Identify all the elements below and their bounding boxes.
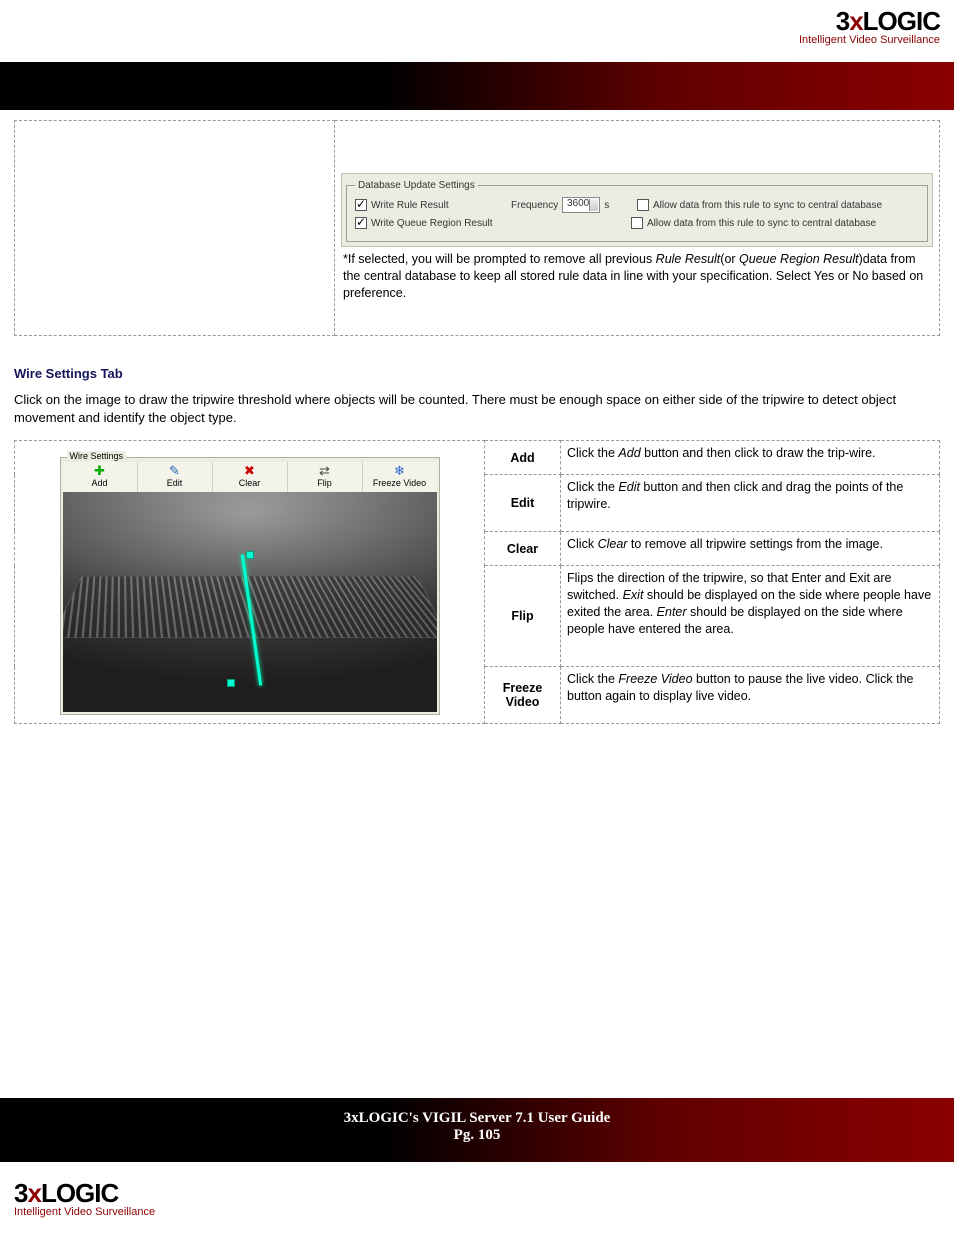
footer-logo-x: x bbox=[27, 1178, 40, 1208]
x-icon: ✖ bbox=[213, 464, 287, 477]
section-heading: Wire Settings Tab bbox=[14, 366, 940, 381]
header-band bbox=[0, 62, 954, 110]
section-body: Click on the image to draw the tripwire … bbox=[14, 391, 940, 426]
flip-i1: Exit bbox=[623, 588, 644, 602]
row-edit-desc: Click the Edit button and then click and… bbox=[561, 475, 940, 532]
db-settings-table: Database Update Settings Write Rule Resu… bbox=[14, 120, 940, 336]
checkbox-write-rule[interactable] bbox=[355, 199, 367, 211]
video-preview[interactable] bbox=[63, 492, 437, 712]
add-d2: button and then click to draw the trip-w… bbox=[641, 446, 876, 460]
tripwire-handle-top[interactable] bbox=[246, 551, 254, 559]
toolbar-flip-label: Flip bbox=[317, 478, 332, 488]
brand-tagline: Intelligent Video Surveillance bbox=[799, 34, 940, 46]
flip-i2: Enter bbox=[657, 605, 687, 619]
footer-logo-prefix: 3 bbox=[14, 1178, 27, 1208]
row-flip-desc: Flips the direction of the tripwire, so … bbox=[561, 566, 940, 667]
edit-i1: Edit bbox=[618, 480, 640, 494]
checkbox-write-queue[interactable] bbox=[355, 217, 367, 229]
label-frequency-unit: s bbox=[604, 200, 609, 211]
row-freeze-desc: Click the Freeze Video button to pause t… bbox=[561, 667, 940, 724]
label-frequency: Frequency bbox=[511, 200, 558, 211]
row-clear-desc: Click Clear to remove all tripwire setti… bbox=[561, 531, 940, 565]
note-p1: If selected, you will be prompted to rem… bbox=[348, 252, 656, 266]
footer-logo-block: 3xLOGIC Intelligent Video Surveillance bbox=[14, 1180, 155, 1218]
wire-screenshot-cell: Wire Settings ✚Add ✎Edit ✖Clear ⇄Flip ❄F… bbox=[15, 441, 485, 724]
freeze-i1: Freeze Video bbox=[618, 672, 692, 686]
logo-x: x bbox=[849, 6, 862, 36]
logo-prefix: 3 bbox=[836, 6, 849, 36]
db-settings-legend: Database Update Settings bbox=[355, 180, 478, 191]
toolbar-freeze-button[interactable]: ❄Freeze Video bbox=[363, 462, 437, 492]
brand-logo: 3xLOGIC bbox=[799, 8, 940, 34]
db-footnote: *If selected, you will be prompted to re… bbox=[341, 247, 933, 306]
footer-brand-tagline: Intelligent Video Surveillance bbox=[14, 1206, 155, 1218]
row-freeze-label: Freeze Video bbox=[485, 667, 561, 724]
toolbar-edit-label: Edit bbox=[167, 478, 183, 488]
freeze-d1: Click the bbox=[567, 672, 618, 686]
db-settings-fieldset: Database Update Settings Write Rule Resu… bbox=[346, 180, 928, 242]
footer-title: 3xLOGIC's VIGIL Server 7.1 User Guide bbox=[0, 1110, 954, 1127]
edit-d1: Click the bbox=[567, 480, 618, 494]
footer-brand-logo: 3xLOGIC bbox=[14, 1180, 155, 1206]
toolbar-add-label: Add bbox=[91, 478, 107, 488]
footer-page: Pg. 105 bbox=[0, 1127, 954, 1144]
plus-icon: ✚ bbox=[63, 464, 137, 477]
row-add-label: Add bbox=[485, 441, 561, 475]
flip-icon: ⇄ bbox=[288, 464, 362, 477]
wire-settings-screenshot: Wire Settings ✚Add ✎Edit ✖Clear ⇄Flip ❄F… bbox=[60, 457, 440, 715]
toolbar-flip-button[interactable]: ⇄Flip bbox=[288, 462, 363, 492]
wire-settings-group-label: Wire Settings bbox=[67, 451, 127, 461]
toolbar-edit-button[interactable]: ✎Edit bbox=[138, 462, 213, 492]
toolbar-freeze-label: Freeze Video bbox=[373, 478, 426, 488]
db-left-empty-cell bbox=[15, 121, 335, 336]
wire-settings-groupbox: Wire Settings ✚Add ✎Edit ✖Clear ⇄Flip ❄F… bbox=[60, 457, 440, 715]
row-edit-label: Edit bbox=[485, 475, 561, 532]
logo-suffix: LOGIC bbox=[863, 6, 940, 36]
tripwire-handle-bottom[interactable] bbox=[227, 679, 235, 687]
footer-logo-suffix: LOGIC bbox=[41, 1178, 118, 1208]
clear-i1: Clear bbox=[598, 537, 628, 551]
header-logo-block: 3xLOGIC Intelligent Video Surveillance bbox=[799, 8, 940, 46]
note-p2: (or bbox=[720, 252, 739, 266]
row-clear-label: Clear bbox=[485, 531, 561, 565]
db-right-cell: Database Update Settings Write Rule Resu… bbox=[335, 121, 940, 336]
label-sync-rule: Allow data from this rule to sync to cen… bbox=[653, 200, 882, 211]
label-write-queue: Write Queue Region Result bbox=[371, 218, 493, 229]
label-sync-queue: Allow data from this rule to sync to cen… bbox=[647, 218, 876, 229]
row-add-desc: Click the Add button and then click to d… bbox=[561, 441, 940, 475]
toolbar-add-button[interactable]: ✚Add bbox=[63, 462, 138, 492]
snowflake-icon: ❄ bbox=[363, 464, 437, 477]
input-frequency[interactable]: 3600 bbox=[562, 197, 600, 213]
db-spacer bbox=[341, 125, 933, 169]
add-i1: Add bbox=[618, 446, 640, 460]
clear-d2: to remove all tripwire settings from the… bbox=[627, 537, 883, 551]
toolbar-clear-button[interactable]: ✖Clear bbox=[213, 462, 288, 492]
add-d1: Click the bbox=[567, 446, 618, 460]
note-i1: Rule Result bbox=[656, 252, 721, 266]
footer-band: 3xLOGIC's VIGIL Server 7.1 User Guide Pg… bbox=[0, 1098, 954, 1162]
toolbar-clear-label: Clear bbox=[239, 478, 261, 488]
wire-toolbar: ✚Add ✎Edit ✖Clear ⇄Flip ❄Freeze Video bbox=[63, 462, 437, 492]
checkbox-sync-rule[interactable] bbox=[637, 199, 649, 211]
db-settings-panel: Database Update Settings Write Rule Resu… bbox=[341, 173, 933, 247]
note-i2: Queue Region Result bbox=[739, 252, 859, 266]
row-flip-label: Flip bbox=[485, 566, 561, 667]
checkbox-sync-queue[interactable] bbox=[631, 217, 643, 229]
clear-d1: Click bbox=[567, 537, 598, 551]
wire-settings-table: Wire Settings ✚Add ✎Edit ✖Clear ⇄Flip ❄F… bbox=[14, 440, 940, 724]
label-write-rule: Write Rule Result bbox=[371, 200, 449, 211]
page-content: Database Update Settings Write Rule Resu… bbox=[14, 120, 940, 724]
pencil-icon: ✎ bbox=[138, 464, 212, 477]
